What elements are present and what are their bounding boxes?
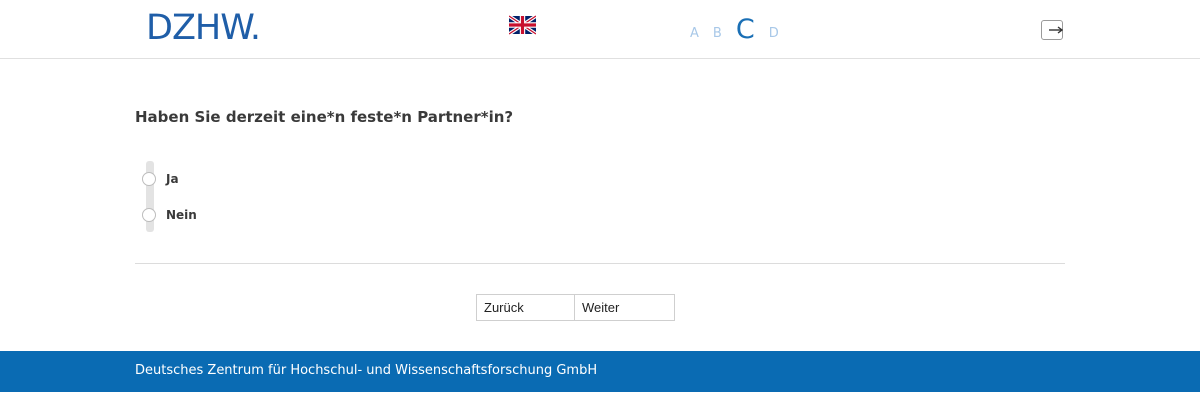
exit-icon xyxy=(1049,26,1063,34)
radio-ja[interactable] xyxy=(142,171,156,186)
page-footer: Deutsches Zentrum für Hochschul- und Wis… xyxy=(0,351,1200,392)
exit-button[interactable] xyxy=(1041,20,1063,40)
divider xyxy=(135,263,1065,264)
dzhw-logo: DZHW. xyxy=(146,8,261,48)
option-ja[interactable]: Ja xyxy=(142,170,179,187)
next-button[interactable]: Weiter xyxy=(575,294,675,321)
module-d: D xyxy=(768,26,779,41)
back-button[interactable]: Zurück xyxy=(476,294,575,321)
module-progress: A B C D xyxy=(690,14,793,44)
option-nein[interactable]: Nein xyxy=(142,206,197,223)
page-header: DZHW. A B C D xyxy=(0,0,1200,59)
question-text: Haben Sie derzeit eine*n feste*n Partner… xyxy=(135,108,514,126)
module-a: A xyxy=(690,26,699,41)
option-label-nein: Nein xyxy=(166,207,197,222)
module-c-current: C xyxy=(735,14,755,45)
module-b: B xyxy=(712,26,722,41)
footer-text: Deutsches Zentrum für Hochschul- und Wis… xyxy=(135,363,598,378)
option-label-ja: Ja xyxy=(166,171,179,186)
radio-nein[interactable] xyxy=(142,207,156,222)
uk-flag-icon[interactable] xyxy=(509,15,536,35)
navigation-buttons: Zurück Weiter xyxy=(476,294,675,321)
